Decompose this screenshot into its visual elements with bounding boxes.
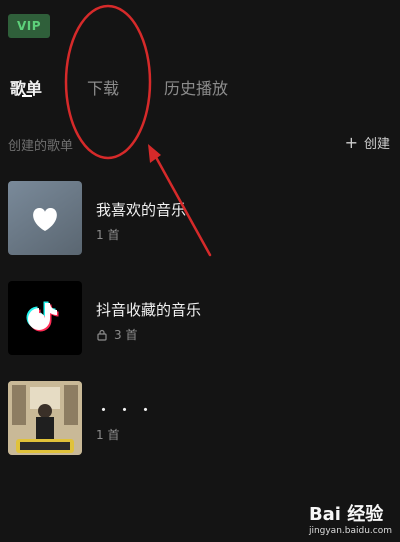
playlist-cover — [8, 181, 82, 255]
create-playlist-button[interactable]: + 创建 — [345, 133, 390, 152]
tiktok-logo-icon — [26, 301, 59, 332]
playlist-item[interactable]: ・・・ 1 首 — [8, 381, 392, 456]
playlist-item[interactable]: 我喜欢的音乐 1 首 — [8, 181, 392, 256]
tab-bar: 歌单 下载 历史播放 — [0, 70, 400, 110]
watermark-brand-text: Bai 经验 — [308, 504, 384, 525]
section-title: 创建的歌单 — [8, 139, 74, 154]
playlist-title: 我喜欢的音乐 — [96, 201, 187, 219]
tab-history[interactable]: 历史播放 — [164, 75, 228, 99]
playlist-count: 3 首 — [96, 326, 137, 343]
playlist-title: ・・・ — [96, 401, 160, 419]
tab-downloads[interactable]: 下载 — [87, 75, 119, 99]
watermark-brand: Bai 经验 — [309, 500, 392, 526]
playlist-count-text: 3 首 — [114, 328, 138, 342]
playlist-count-text: 1 首 — [96, 428, 120, 442]
playlist-item[interactable]: 抖音收藏的音乐 3 首 — [8, 281, 392, 356]
album-art — [8, 381, 82, 455]
watermark: Bai 经验 jingyan.baidu.com — [309, 500, 392, 536]
playlist-title: 抖音收藏的音乐 — [96, 301, 202, 319]
album-art-image — [8, 381, 82, 455]
active-tab-indicator — [22, 95, 32, 97]
playlist-count: 1 首 — [96, 226, 119, 243]
annotation-arrow-head — [148, 144, 161, 163]
playlist-count: 1 首 — [96, 426, 119, 443]
vip-badge[interactable]: VIP — [8, 14, 50, 38]
create-label: 创建 — [363, 137, 390, 152]
plus-icon: + — [344, 132, 358, 152]
playlist-count-text: 1 首 — [96, 228, 120, 242]
watermark-url: jingyan.baidu.com — [308, 526, 392, 536]
playlist-cover — [8, 281, 82, 355]
lock-icon — [97, 329, 107, 341]
heart-icon — [33, 207, 57, 231]
